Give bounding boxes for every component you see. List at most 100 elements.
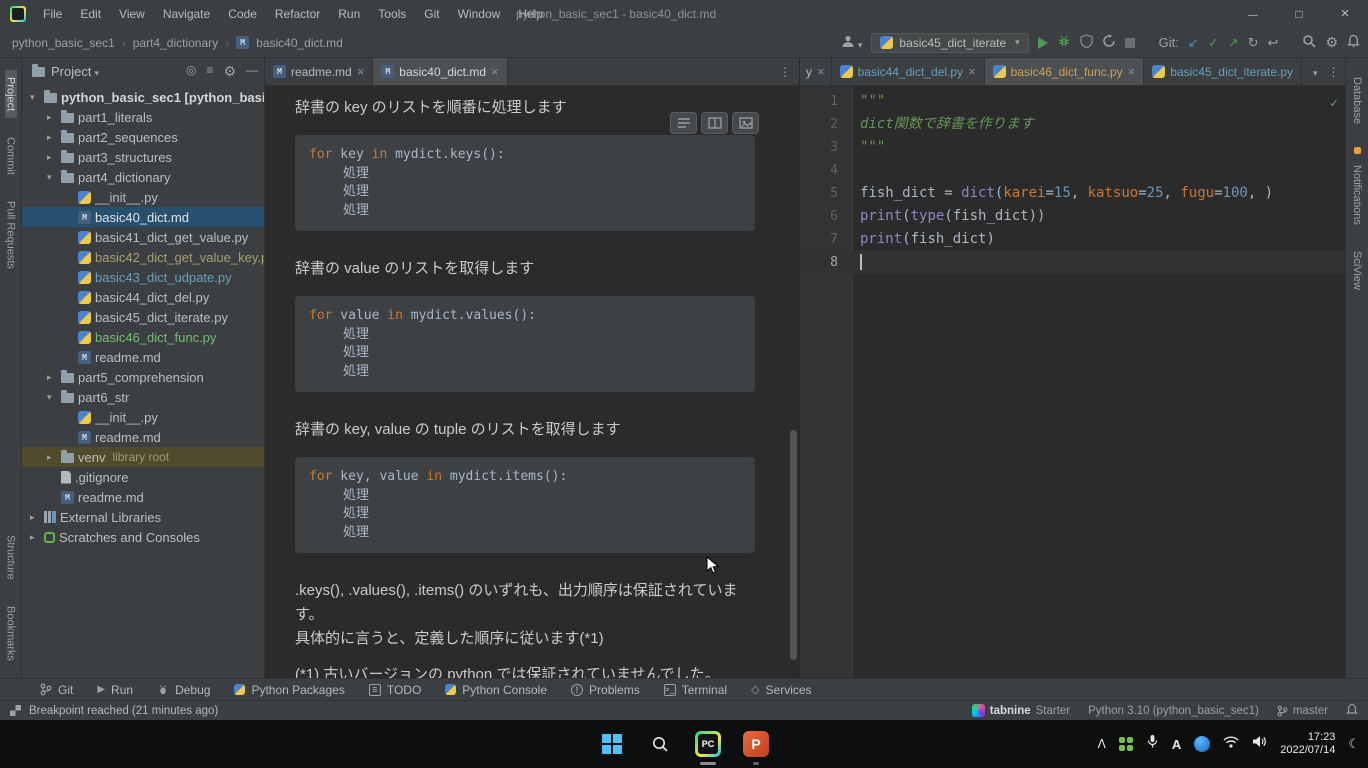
chevron-right-icon[interactable] (47, 452, 61, 463)
tree-item-part5-comprehension[interactable]: part5_comprehension (22, 367, 264, 387)
tab-basic46-dict-func-py[interactable]: basic46_dict_func.py (985, 58, 1145, 85)
editor-line-caret[interactable]: 8 (800, 251, 1345, 274)
toolwindow-python-console-button[interactable]: Python Console (433, 679, 559, 701)
taskbar-search-button[interactable] (646, 730, 674, 758)
toolwindow-problems-button[interactable]: !Problems (559, 679, 652, 701)
hide-panel-icon[interactable]: — (246, 63, 258, 80)
menu-window[interactable]: Window (449, 0, 510, 28)
chevron-right-icon[interactable] (47, 152, 61, 163)
tree-item-readme-md-2[interactable]: readme.md (22, 427, 264, 447)
interpreter-selector[interactable]: Python 3.10 (python_basic_sec1) (1088, 705, 1259, 717)
tree-item-external-libraries[interactable]: External Libraries (22, 507, 264, 527)
toolwindow-git-button[interactable]: Git (28, 679, 85, 701)
tab-basic45-dict-iterate-py[interactable]: basic45_dict_iterate.py (1144, 58, 1302, 85)
tray-app-icon[interactable] (1119, 737, 1133, 751)
tab-readme-md[interactable]: readme.md (265, 58, 373, 85)
statusbar-notifications-icon[interactable] (1346, 703, 1358, 719)
menu-git[interactable]: Git (415, 0, 448, 28)
tree-item-init-py-2[interactable]: __init__.py (22, 407, 264, 427)
menu-file[interactable]: File (34, 0, 71, 28)
window-minimize-button[interactable] (1230, 0, 1276, 28)
menu-code[interactable]: Code (219, 0, 266, 28)
menu-view[interactable]: View (110, 0, 154, 28)
window-close-button[interactable] (1322, 0, 1368, 28)
wifi-icon[interactable] (1223, 735, 1239, 753)
volume-icon[interactable] (1252, 735, 1267, 753)
microphone-tray-icon[interactable] (1146, 734, 1159, 754)
project-view-selector[interactable]: Project (51, 64, 99, 79)
tab-clipped[interactable]: y (800, 58, 832, 85)
breadcrumb-project[interactable]: python_basic_sec1 (12, 36, 115, 50)
focus-assist-moon-icon[interactable]: ☾ (1348, 736, 1360, 752)
project-options-gear-icon[interactable] (223, 63, 236, 80)
inspections-ok-icon[interactable]: ✓ (1330, 92, 1338, 115)
tree-item-scratches[interactable]: Scratches and Consoles (22, 527, 264, 547)
profiler-button[interactable] (1102, 34, 1116, 51)
tree-item-basic45[interactable]: basic45_dict_iterate.py (22, 307, 264, 327)
tree-item-part2-sequences[interactable]: part2_sequences (22, 127, 264, 147)
status-message[interactable]: Breakpoint reached (21 minutes ago) (29, 705, 218, 717)
tabnine-status[interactable]: tabnineStarter (972, 704, 1070, 717)
taskbar-red-app-button[interactable]: P (742, 730, 770, 758)
show-preview-only-button[interactable] (732, 112, 759, 134)
chevron-right-icon[interactable] (47, 112, 61, 123)
toolwindow-services-button[interactable]: ◇Services (739, 679, 823, 701)
tree-item-part3-structures[interactable]: part3_structures (22, 147, 264, 167)
notifications-bell-icon[interactable] (1347, 34, 1360, 51)
toolwindow-terminal-button[interactable]: >_Terminal (652, 679, 739, 701)
md-scrollbar-thumb[interactable] (790, 430, 797, 660)
git-push-button[interactable]: ↗ (1228, 35, 1239, 51)
editor-line[interactable]: 3""" (800, 136, 1345, 159)
toolwindow-switcher-icon[interactable] (10, 705, 21, 716)
tree-item-readme-md-root[interactable]: readme.md (22, 487, 264, 507)
tree-item-basic44[interactable]: basic44_dict_del.py (22, 287, 264, 307)
taskbar-clock[interactable]: 17:232022/07/14 (1280, 731, 1335, 757)
toolwindow-run-button[interactable]: ▶Run (85, 679, 145, 701)
tree-item-basic43[interactable]: basic43_dict_udpate.py (22, 267, 264, 287)
tree-item-part6-str[interactable]: part6_str (22, 387, 264, 407)
tree-item-readme-md[interactable]: readme.md (22, 347, 264, 367)
chevron-down-icon[interactable] (30, 92, 44, 103)
show-editor-and-preview-button[interactable] (701, 112, 728, 134)
chevron-down-icon[interactable] (47, 392, 61, 403)
stripe-notifications-button[interactable]: Notifications (1351, 158, 1363, 232)
tree-item-part1-literals[interactable]: part1_literals (22, 107, 264, 127)
stop-button[interactable] (1125, 38, 1135, 48)
toolwindow-todo-button[interactable]: ≡TODO (357, 679, 433, 701)
breadcrumb-file[interactable]: basic40_dict.md (256, 36, 343, 50)
editor-line[interactable]: 6print(type(fish_dict)) (800, 205, 1345, 228)
tree-item-project-root[interactable]: python_basic_sec1 [python_basic]D:\... (22, 87, 264, 107)
window-maximize-button[interactable] (1276, 0, 1322, 28)
collapse-all-icon[interactable]: ≡ (206, 63, 213, 80)
stripe-structure-button[interactable]: Structure (5, 528, 17, 587)
tree-item-basic46[interactable]: basic46_dict_func.py (22, 327, 264, 347)
tree-item-basic41[interactable]: basic41_dict_get_value.py (22, 227, 264, 247)
undo-button[interactable]: ↩ (1268, 35, 1279, 51)
tray-blue-circle-icon[interactable] (1194, 736, 1210, 752)
select-opened-file-icon[interactable]: ◎ (186, 63, 196, 80)
tree-item-venv[interactable]: venvlibrary root (22, 447, 264, 467)
tree-item-gitignore[interactable]: .gitignore (22, 467, 264, 487)
tree-item-basic40-dict-md[interactable]: basic40_dict.md (22, 207, 264, 227)
stripe-sciview-button[interactable]: SciView (1351, 244, 1363, 297)
tree-item-basic42[interactable]: basic42_dict_get_value_key.py (22, 247, 264, 267)
stripe-commit-button[interactable]: Commit (5, 130, 17, 182)
tab-basic40-dict-md[interactable]: basic40_dict.md (373, 58, 507, 85)
more-options-icon[interactable]: ⋮ (779, 65, 791, 79)
stripe-project-button[interactable]: Project (5, 70, 17, 118)
start-button[interactable] (598, 730, 626, 758)
close-icon[interactable] (1128, 64, 1136, 79)
chevron-right-icon[interactable] (47, 372, 61, 383)
stripe-bookmarks-button[interactable]: Bookmarks (5, 599, 17, 668)
chevron-right-icon[interactable] (47, 132, 61, 143)
close-icon[interactable] (968, 64, 976, 79)
user-account-button[interactable] (841, 34, 863, 51)
chevron-right-icon[interactable] (30, 532, 44, 543)
breadcrumb-folder[interactable]: part4_dictionary (133, 36, 218, 50)
git-branch-selector[interactable]: master (1277, 705, 1328, 717)
settings-gear-icon[interactable] (1325, 34, 1338, 51)
git-update-button[interactable]: ↙ (1188, 35, 1199, 51)
editor-line[interactable]: 2dict関数で辞書を作ります (800, 113, 1345, 136)
stripe-database-button[interactable]: Database (1351, 70, 1363, 131)
close-icon[interactable] (357, 64, 365, 79)
